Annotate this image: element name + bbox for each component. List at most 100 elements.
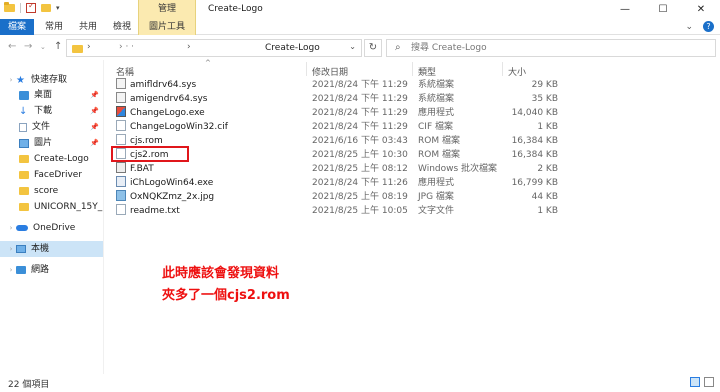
pin-icon[interactable]: 📌: [90, 135, 99, 151]
column-header-date[interactable]: 修改日期: [312, 65, 348, 78]
breadcrumb-hidden[interactable]: › · ·: [119, 42, 134, 52]
column-header-type[interactable]: 類型: [418, 65, 436, 78]
file-date: 2021/8/24 下午 11:26: [312, 178, 408, 188]
file-row[interactable]: readme.txt 2021/8/25 上午 10:05 文字文件 1 KB: [108, 204, 568, 218]
expand-chevron-icon[interactable]: ›: [6, 241, 16, 257]
tab-home[interactable]: 常用: [40, 19, 68, 35]
refresh-button[interactable]: ↻: [364, 39, 382, 57]
breadcrumb-current[interactable]: Create-Logo: [265, 43, 320, 53]
nav-item-this-pc[interactable]: › 本機: [0, 241, 103, 257]
nav-item-onedrive[interactable]: › OneDrive: [6, 220, 109, 236]
column-divider[interactable]: [412, 62, 413, 76]
expand-chevron-icon[interactable]: ›: [6, 220, 16, 236]
file-size: 44 KB: [531, 192, 558, 202]
column-header-size[interactable]: 大小: [508, 65, 526, 78]
expand-chevron-icon[interactable]: ›: [6, 72, 16, 88]
nav-item-documents[interactable]: 文件 📌: [0, 119, 103, 135]
expand-chevron-icon[interactable]: ›: [6, 262, 16, 278]
onedrive-icon: [16, 225, 28, 231]
nav-item-label: 快速存取: [31, 75, 68, 85]
file-size: 1 KB: [537, 122, 558, 132]
file-size: 29 KB: [531, 80, 558, 90]
navigation-pane: › ★ 快速存取 桌面 📌 ↓ 下載 📌 文件 📌 圖片 📌 Create-Lo…: [0, 60, 103, 374]
text-file-icon: [116, 204, 126, 215]
folder-icon: [19, 187, 29, 195]
file-name: iChLogoWin64.exe: [130, 178, 214, 188]
file-row[interactable]: OxNQKZmz_2x.jpg 2021/8/25 上午 08:19 JPG 檔…: [108, 190, 568, 204]
nav-item-label: 網路: [31, 265, 50, 275]
divider: [20, 3, 21, 13]
column-divider[interactable]: [306, 62, 307, 76]
pin-icon[interactable]: 📌: [90, 103, 99, 119]
file-row[interactable]: ChangeLogo.exe 2021/8/24 下午 11:29 應用程式 1…: [108, 106, 568, 120]
file-name: F.BAT: [130, 164, 154, 174]
tab-file[interactable]: 檔案: [0, 19, 34, 35]
application-icon: [116, 176, 126, 187]
file-type: 系統檔案: [418, 80, 455, 90]
details-view-icon[interactable]: [690, 377, 700, 387]
contextual-tab-manage[interactable]: 管理: [138, 0, 196, 19]
file-size: 35 KB: [531, 94, 558, 104]
forward-arrow-icon[interactable]: →: [24, 41, 32, 52]
file-row[interactable]: iChLogoWin64.exe 2021/8/24 下午 11:26 應用程式…: [108, 176, 568, 190]
properties-icon[interactable]: [26, 1, 36, 13]
tab-view[interactable]: 檢視: [108, 19, 136, 35]
new-folder-icon[interactable]: [41, 4, 51, 12]
expand-ribbon-chevron-icon[interactable]: ⌄: [685, 19, 693, 35]
up-arrow-icon[interactable]: ↑: [54, 41, 62, 52]
file-name: readme.txt: [130, 206, 180, 216]
nav-item-create-logo[interactable]: Create-Logo: [0, 151, 103, 167]
nav-item-unicorn[interactable]: UNICORN_15Y_let: [0, 199, 103, 215]
network-icon: [16, 266, 26, 274]
file-name: OxNQKZmz_2x.jpg: [130, 192, 215, 202]
pin-icon[interactable]: 📌: [90, 87, 99, 103]
file-type: JPG 檔案: [418, 192, 454, 202]
address-bar[interactable]: › › · · › Create-Logo ⌄: [66, 39, 362, 57]
annotation-line-2: 夾多了一個cjs2.rom: [162, 288, 290, 303]
nav-item-pictures[interactable]: 圖片 📌: [0, 135, 103, 151]
minimize-button[interactable]: —: [606, 0, 644, 19]
system-file-icon: [116, 92, 126, 103]
nav-item-network[interactable]: › 網路: [6, 262, 109, 278]
breadcrumb-separator[interactable]: ›: [87, 42, 91, 52]
pin-icon[interactable]: 📌: [90, 119, 99, 135]
customize-toolbar-chevron-icon[interactable]: ▾: [56, 4, 60, 12]
file-row[interactable]: ChangeLogoWin32.cif 2021/8/24 下午 11:29 C…: [108, 120, 568, 134]
desktop-icon: [19, 90, 29, 100]
pane-splitter[interactable]: [103, 60, 104, 374]
nav-item-score[interactable]: score: [0, 183, 103, 199]
file-row[interactable]: amigendrv64.sys 2021/8/24 下午 11:29 系統檔案 …: [108, 92, 568, 106]
file-date: 2021/6/16 下午 03:43: [312, 136, 408, 146]
breadcrumb-separator[interactable]: ›: [187, 42, 191, 52]
back-arrow-icon[interactable]: ←: [8, 41, 16, 52]
file-row[interactable]: amifldrv64.sys 2021/8/24 下午 11:29 系統檔案 2…: [108, 78, 568, 92]
file-date: 2021/8/24 下午 11:29: [312, 122, 408, 132]
file-icon: [116, 120, 126, 131]
recent-locations-chevron-icon[interactable]: ⌄: [40, 43, 46, 51]
file-row[interactable]: F.BAT 2021/8/25 上午 08:12 Windows 批次檔案 2 …: [108, 162, 568, 176]
search-input[interactable]: [411, 41, 701, 55]
nav-item-downloads[interactable]: ↓ 下載 📌: [0, 103, 103, 119]
nav-item-quick-access[interactable]: › ★ 快速存取: [6, 72, 109, 88]
column-header-name[interactable]: 名稱: [116, 65, 134, 78]
nav-item-label: UNICORN_15Y_let: [34, 202, 103, 212]
window-title: Create-Logo: [208, 4, 263, 14]
address-dropdown-chevron-icon[interactable]: ⌄: [349, 42, 356, 51]
file-date: 2021/8/24 下午 11:29: [312, 80, 408, 90]
large-icons-view-icon[interactable]: [704, 377, 714, 387]
tab-picture-tools[interactable]: 圖片工具: [138, 19, 196, 35]
file-name: amifldrv64.sys: [130, 80, 197, 90]
search-box[interactable]: ⌕: [386, 39, 716, 57]
ribbon-right-controls: ⌄ ?: [685, 19, 714, 35]
tab-share[interactable]: 共用: [74, 19, 102, 35]
close-button[interactable]: ✕: [682, 0, 720, 19]
nav-item-label: score: [34, 186, 59, 196]
nav-item-desktop[interactable]: 桌面 📌: [0, 87, 103, 103]
annotation-line-1: 此時應該會發現資料: [162, 266, 280, 281]
help-icon[interactable]: ?: [703, 21, 714, 32]
maximize-button[interactable]: ☐: [644, 0, 682, 19]
file-date: 2021/8/25 上午 10:05: [312, 206, 408, 216]
column-divider[interactable]: [502, 62, 503, 76]
nav-item-facedriver[interactable]: FaceDriver: [0, 167, 103, 183]
file-date: 2021/8/24 下午 11:29: [312, 108, 408, 118]
